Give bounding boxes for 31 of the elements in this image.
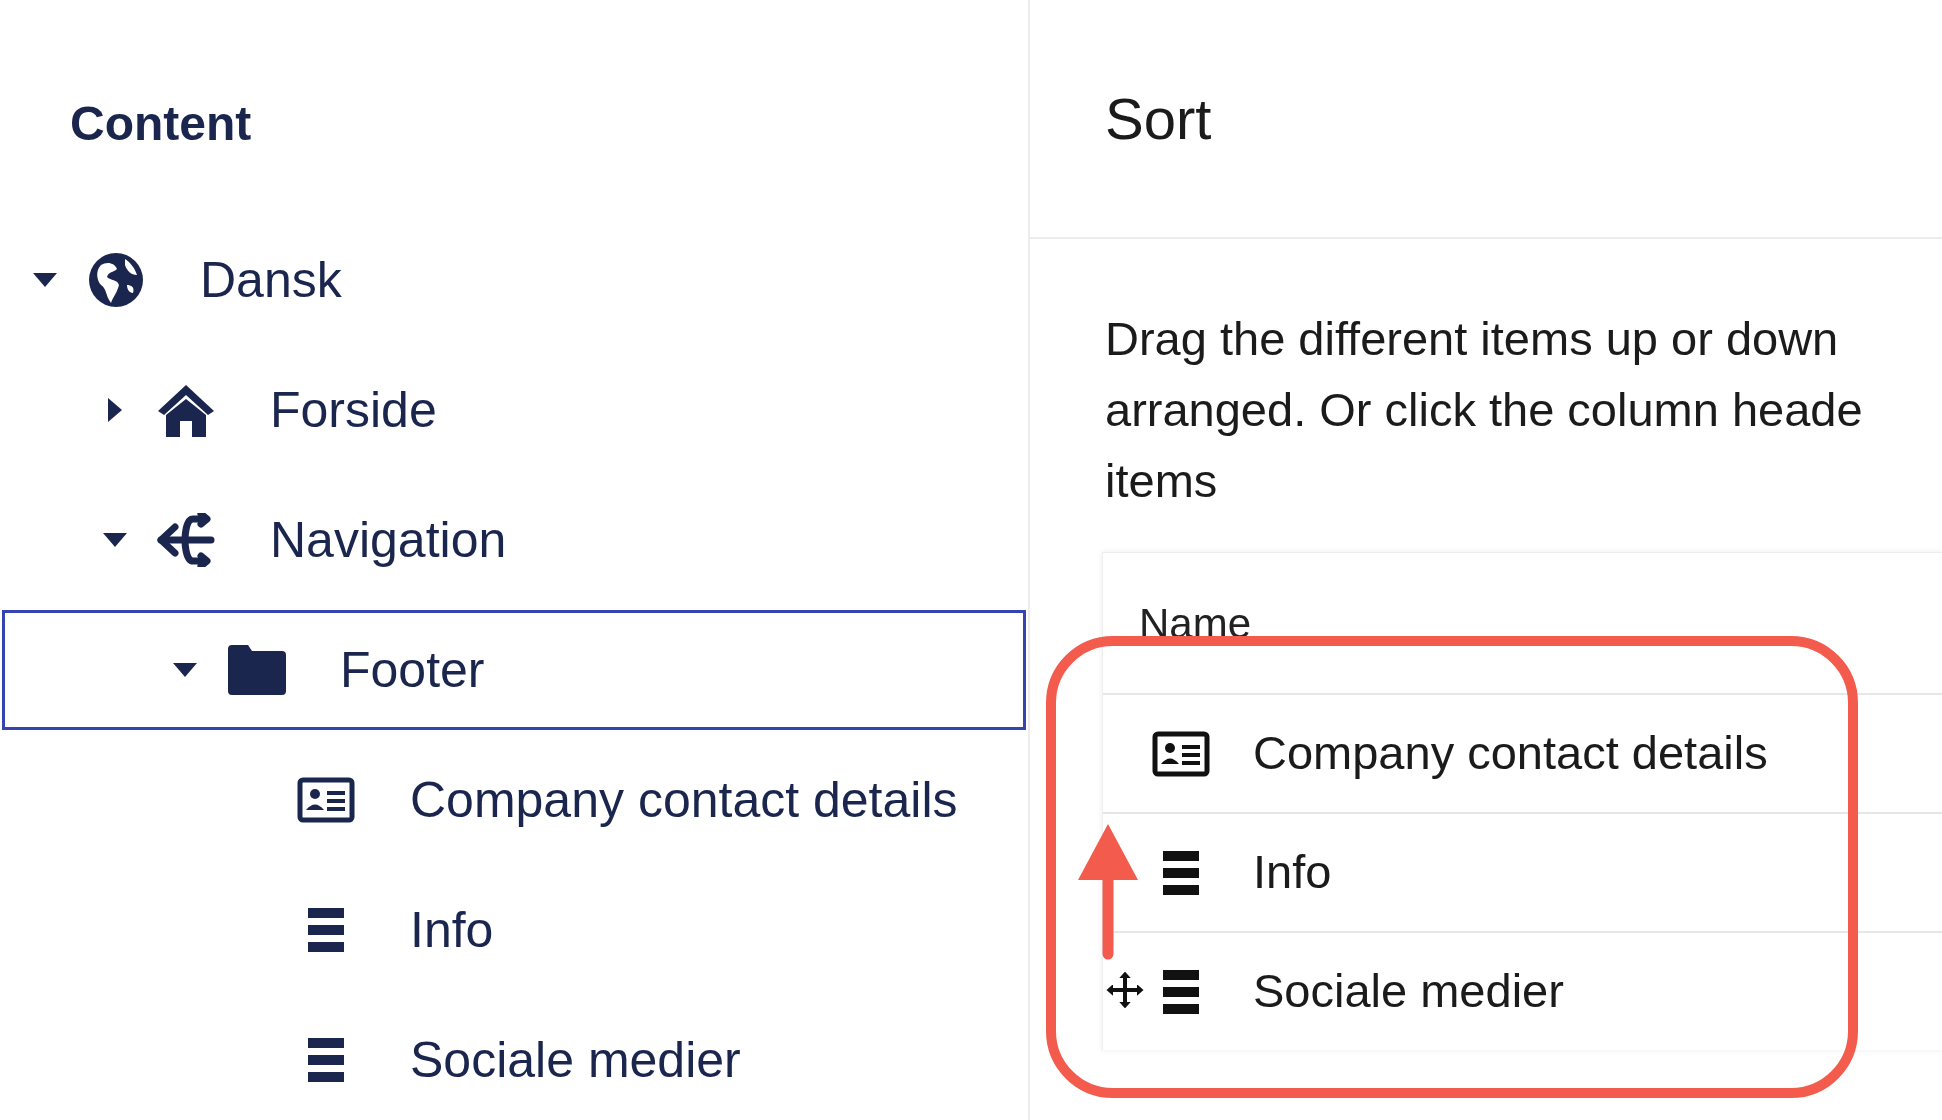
row-label: Company contact details [1253,725,1768,782]
sidebar-title: Content [70,97,252,150]
row-label: Sociale medier [1253,963,1564,1020]
contact-card-icon [1152,730,1210,777]
tree-item-label: Sociale medier [410,1030,741,1090]
house-icon [156,383,216,437]
tree-item-label: Company contact details [410,770,958,830]
tree-item[interactable]: Dansk [2,220,1026,340]
list-icon [306,1036,346,1084]
folder-icon [226,645,286,695]
row-label: Info [1253,844,1332,901]
contact-card-icon [297,777,355,823]
tree-item-label: Dansk [200,250,342,310]
description-line: Drag the different items up or down [1105,311,1840,367]
tree-item[interactable]: Forside [2,350,1026,470]
tree-item[interactable]: Navigation [2,480,1026,600]
globe-icon [87,251,145,309]
tree-item-label: Navigation [270,510,507,570]
description-line: items [1105,453,1219,509]
list-icon [1161,967,1201,1016]
tree-item-label: Info [410,900,494,960]
tree-item[interactable]: Info [2,870,1026,990]
panel-title: Sort [1105,85,1212,153]
tree-item-label: Forside [270,380,437,440]
tree-item[interactable]: Sociale medier [2,1000,1026,1120]
description-line: arranged. Or click the column heade [1105,382,1864,438]
tree-item-label: Footer [340,640,485,700]
list-icon [1161,848,1201,897]
list-icon [306,906,346,954]
tree-item[interactable]: Company contact details [2,740,1026,860]
tree-item[interactable]: Footer [2,610,1026,730]
